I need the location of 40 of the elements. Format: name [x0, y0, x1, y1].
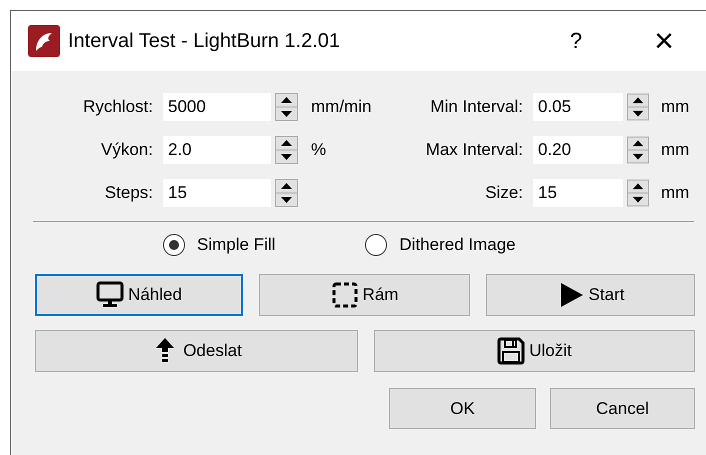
unit-label: mm [661, 140, 690, 160]
field-label: Size: [484, 183, 524, 203]
field-label: Min Interval: [429, 97, 524, 117]
spinner-icon[interactable] [275, 179, 298, 207]
action-button[interactable]: Odeslat [35, 330, 358, 372]
action-button[interactable]: Uložit [374, 330, 695, 372]
field-label: Max Interval: [424, 140, 524, 160]
input-field[interactable]: 5000 [163, 93, 271, 121]
spinner-icon[interactable] [627, 93, 649, 121]
spinner-icon[interactable] [627, 179, 649, 207]
input-field[interactable]: 0.20 [533, 136, 623, 164]
spinner-icon[interactable] [275, 93, 298, 121]
close-button[interactable]: × [634, 24, 694, 58]
field-label: Steps: [104, 183, 154, 203]
unit-label: mm [661, 183, 690, 203]
radio-button[interactable] [163, 234, 185, 256]
input-field[interactable]: 0.05 [533, 93, 623, 121]
action-button[interactable]: Rám [259, 274, 470, 316]
window-title: Interval Test - LightBurn 1.2.01 [68, 30, 342, 52]
input-field[interactable]: 15 [163, 179, 271, 207]
dashed-square-icon [330, 281, 359, 309]
dialog-button[interactable]: Cancel [550, 388, 695, 429]
app-logo-icon [28, 25, 60, 57]
unit-label: % [311, 140, 326, 160]
dialog-button[interactable]: OK [389, 388, 536, 429]
help-button[interactable]: ? [546, 28, 606, 54]
spinner-icon[interactable] [627, 136, 649, 164]
unit-label: mm [661, 97, 690, 117]
field-label: Výkon: [100, 140, 154, 160]
monitor-icon [96, 281, 124, 309]
radio-button[interactable] [365, 234, 388, 256]
input-field[interactable]: 15 [533, 179, 623, 207]
radio-option[interactable]: Dithered Image [365, 234, 516, 256]
action-button[interactable]: Start [486, 274, 695, 316]
action-button[interactable]: Náhled [35, 274, 243, 316]
input-field[interactable]: 2.0 [163, 136, 271, 164]
radio-option[interactable]: Simple Fill [163, 234, 276, 256]
unit-label: mm/min [311, 97, 372, 117]
spinner-icon[interactable] [275, 136, 298, 164]
field-label: Rychlost: [82, 97, 154, 117]
